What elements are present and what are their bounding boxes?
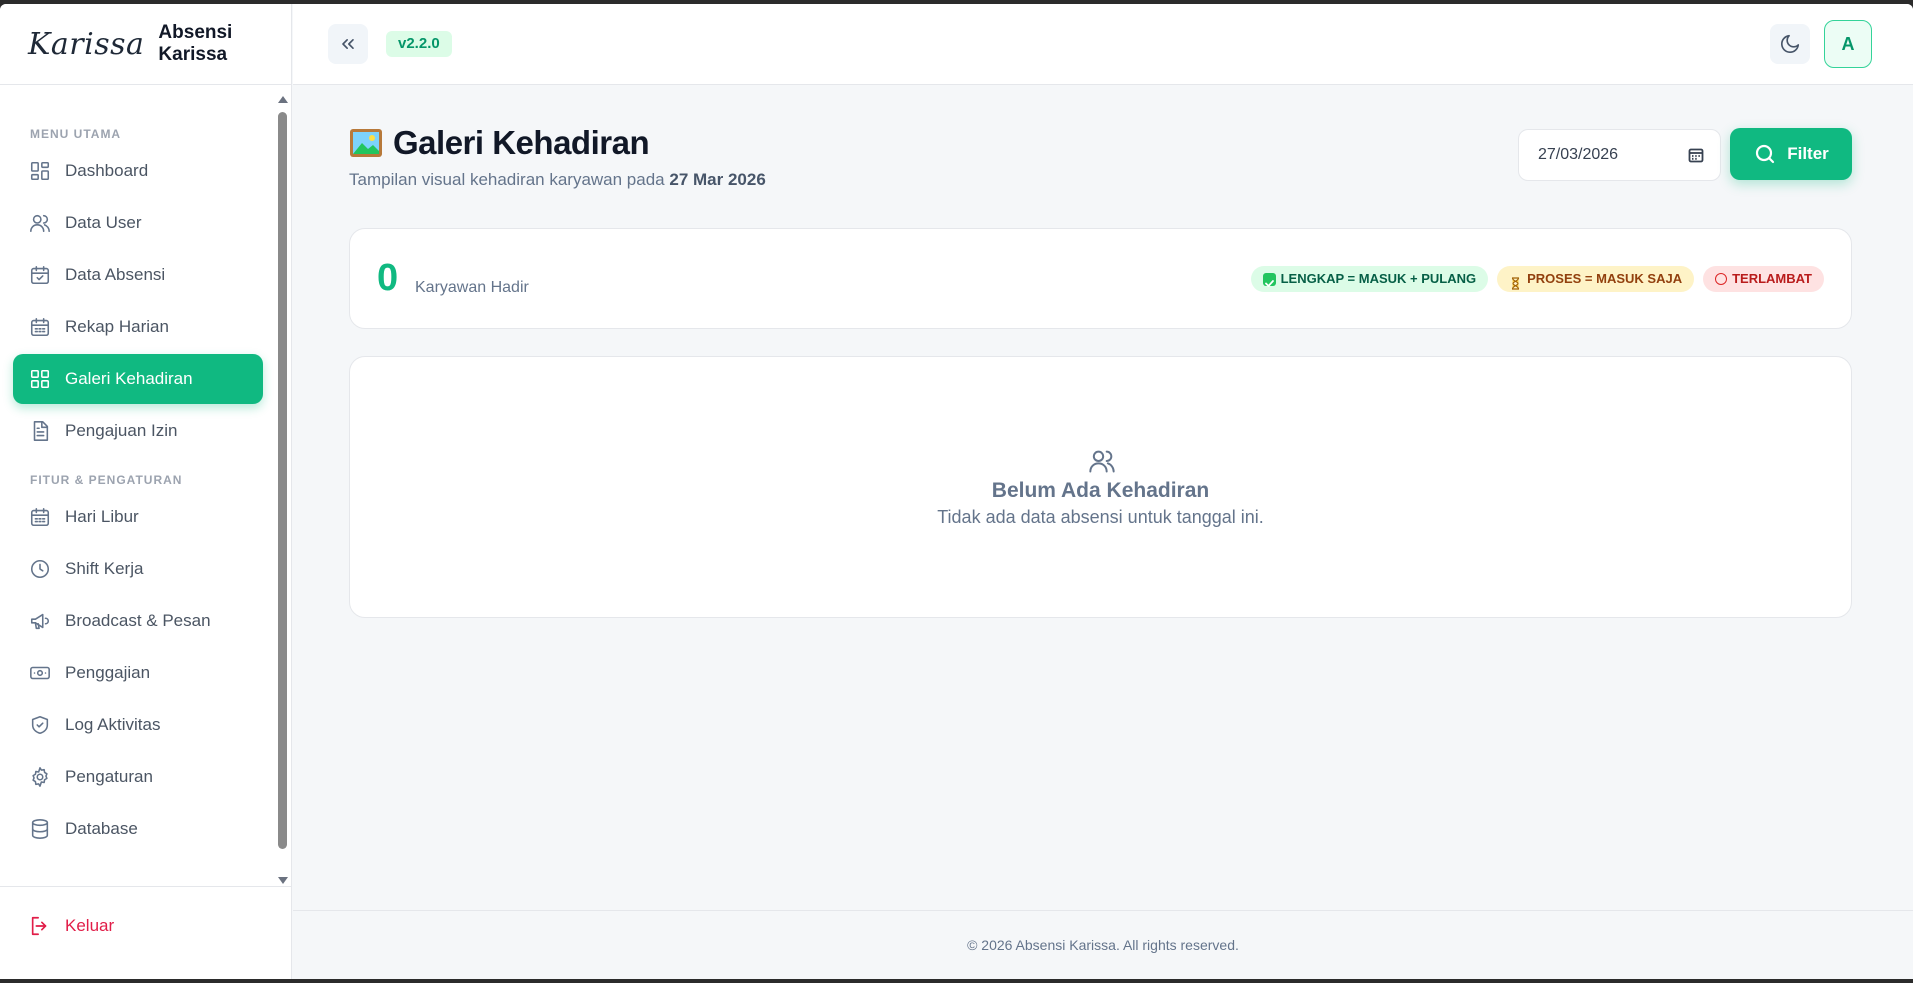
money-icon bbox=[29, 662, 51, 684]
scrollbar-thumb[interactable] bbox=[278, 112, 287, 849]
framed-picture-icon bbox=[349, 128, 383, 158]
sidebar-scrollbar[interactable] bbox=[276, 92, 288, 888]
filter-button[interactable]: Filter bbox=[1730, 128, 1852, 180]
collapse-sidebar-button[interactable] bbox=[328, 24, 368, 64]
brand[interactable]: Karissa Absensi Karissa bbox=[0, 4, 291, 85]
brand-logo: Karissa bbox=[28, 26, 145, 62]
grid-icon bbox=[29, 160, 51, 182]
calendar-icon bbox=[29, 506, 51, 528]
moon-icon bbox=[1780, 34, 1800, 54]
sidebar-item-label: Log Aktivitas bbox=[65, 715, 161, 734]
logout-button[interactable]: Keluar bbox=[29, 915, 114, 937]
check-box-icon bbox=[1262, 272, 1276, 287]
gear-icon bbox=[29, 766, 51, 788]
sidebar-item-pengajuan-izin[interactable]: Pengajuan Izin bbox=[13, 406, 263, 456]
scroll-up-arrow-icon[interactable] bbox=[278, 96, 288, 103]
sidebar-item-pengaturan[interactable]: Pengaturan bbox=[13, 752, 263, 802]
sidebar-item-label: Data Absensi bbox=[65, 265, 166, 284]
sidebar-item-broadcast[interactable]: Broadcast & Pesan bbox=[13, 596, 263, 646]
search-icon bbox=[1756, 144, 1775, 164]
sidebar-item-label: Pengajuan Izin bbox=[65, 421, 178, 440]
clock-icon bbox=[1715, 273, 1728, 285]
present-count: 0 bbox=[377, 257, 399, 299]
sidebar-item-label: Penggajian bbox=[65, 663, 151, 682]
legend-process-badge: PROSES = MASUK SAJA bbox=[1497, 266, 1695, 292]
main-content: Galeri Kehadiran Tampilan visual kehadir… bbox=[293, 86, 1913, 979]
hourglass-icon bbox=[1509, 273, 1522, 290]
avatar[interactable]: A bbox=[1824, 20, 1872, 68]
sidebar-nav: MENU UTAMA Dashboard Data User Data Abse… bbox=[0, 86, 276, 886]
clock-icon bbox=[29, 558, 51, 580]
nav-section-settings: FITUR & PENGATURAN bbox=[30, 473, 183, 487]
nav-section-main: MENU UTAMA bbox=[30, 127, 122, 141]
calendar-check-icon bbox=[29, 264, 51, 286]
page-title: Galeri Kehadiran bbox=[349, 124, 650, 162]
sidebar-item-galeri-kehadiran[interactable]: Galeri Kehadiran bbox=[13, 354, 263, 404]
sidebar-item-label: Galeri Kehadiran bbox=[65, 369, 193, 388]
sidebar-item-label: Database bbox=[65, 819, 138, 838]
sidebar: Karissa Absensi Karissa MENU UTAMA Dashb… bbox=[0, 4, 292, 979]
footer: © 2026 Absensi Karissa. All rights reser… bbox=[293, 910, 1913, 979]
sidebar-item-hari-libur[interactable]: Hari Libur bbox=[13, 492, 263, 542]
sidebar-item-data-absensi[interactable]: Data Absensi bbox=[13, 250, 263, 300]
brand-name: Absensi Karissa bbox=[158, 22, 233, 65]
sidebar-item-label: Shift Kerja bbox=[65, 559, 144, 578]
chevrons-left-icon bbox=[342, 39, 354, 50]
filter-label: Filter bbox=[1787, 144, 1829, 163]
legend-late-badge: TERLAMBAT bbox=[1703, 266, 1824, 292]
database-icon bbox=[29, 818, 51, 840]
status-legend: LENGKAP = MASUK + PULANG PROSES = MASUK … bbox=[1242, 266, 1824, 292]
sidebar-item-database[interactable]: Database bbox=[13, 804, 263, 854]
grid-icon bbox=[29, 368, 51, 390]
app-window: Karissa Absensi Karissa MENU UTAMA Dashb… bbox=[0, 4, 1913, 979]
sidebar-item-label: Hari Libur bbox=[65, 507, 139, 526]
legend-complete-badge: LENGKAP = MASUK + PULANG bbox=[1250, 266, 1489, 292]
sidebar-item-penggajian[interactable]: Penggajian bbox=[13, 648, 263, 698]
calendar-icon bbox=[29, 316, 51, 338]
page-subtitle: Tampilan visual kehadiran karyawan pada … bbox=[349, 170, 766, 190]
subtitle-prefix: Tampilan visual kehadiran karyawan pada bbox=[349, 170, 665, 189]
users-icon bbox=[29, 212, 51, 234]
sidebar-item-label: Pengaturan bbox=[65, 767, 153, 786]
present-label: Karyawan Hadir bbox=[415, 279, 529, 296]
sidebar-item-label: Broadcast & Pesan bbox=[65, 611, 211, 630]
logout-icon bbox=[31, 916, 47, 936]
version-badge: v2.2.0 bbox=[386, 31, 452, 57]
stats-card: 0 Karyawan Hadir LENGKAP = MASUK + PULAN… bbox=[349, 228, 1852, 329]
empty-state-description: Tidak ada data absensi untuk tanggal ini… bbox=[937, 507, 1264, 527]
calendar-picker-icon[interactable] bbox=[1688, 147, 1704, 163]
date-input[interactable]: 27/03/2026 bbox=[1518, 129, 1721, 181]
empty-state-card: Belum Ada Kehadiran Tidak ada data absen… bbox=[349, 356, 1852, 618]
scroll-down-arrow-icon[interactable] bbox=[278, 877, 288, 884]
sidebar-item-dashboard[interactable]: Dashboard bbox=[13, 146, 263, 196]
shield-icon bbox=[29, 714, 51, 736]
logout-area: Keluar bbox=[0, 886, 292, 979]
date-input-value: 27/03/2026 bbox=[1538, 146, 1619, 163]
logout-label: Keluar bbox=[65, 916, 115, 935]
sidebar-item-log-aktivitas[interactable]: Log Aktivitas bbox=[13, 700, 263, 750]
megaphone-icon bbox=[29, 610, 51, 632]
sidebar-item-label: Data User bbox=[65, 213, 142, 232]
document-icon bbox=[29, 420, 51, 442]
sidebar-item-label: Rekap Harian bbox=[65, 317, 169, 336]
subtitle-date: 27 Mar 2026 bbox=[669, 170, 766, 189]
empty-state-title: Belum Ada Kehadiran bbox=[991, 479, 1210, 502]
users-icon bbox=[1088, 447, 1116, 475]
page-title-text: Galeri Kehadiran bbox=[393, 124, 650, 161]
topbar: v2.2.0 A bbox=[293, 4, 1913, 85]
sidebar-item-label: Dashboard bbox=[65, 161, 149, 180]
sidebar-item-shift-kerja[interactable]: Shift Kerja bbox=[13, 544, 263, 594]
theme-toggle-button[interactable] bbox=[1770, 24, 1810, 64]
sidebar-item-rekap-harian[interactable]: Rekap Harian bbox=[13, 302, 263, 352]
sidebar-item-data-user[interactable]: Data User bbox=[13, 198, 263, 248]
